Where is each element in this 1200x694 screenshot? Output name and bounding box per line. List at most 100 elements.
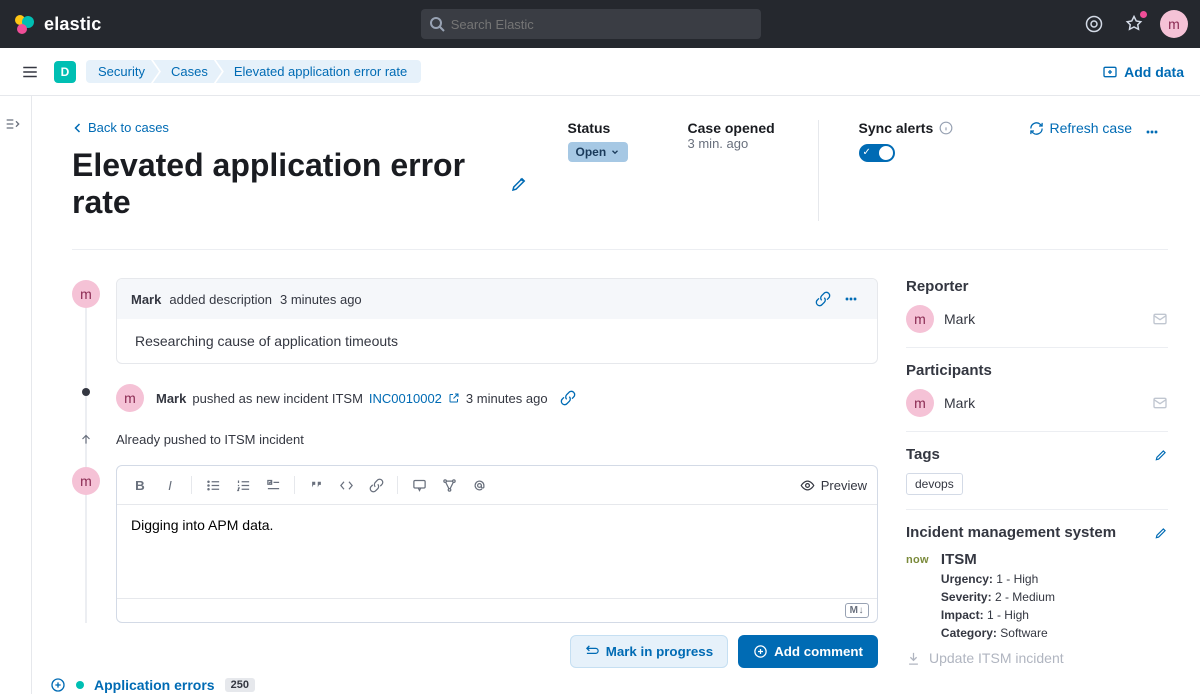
graph-icon[interactable] — [436, 472, 462, 498]
comment-actions-menu[interactable] — [843, 289, 863, 309]
notification-dot — [1140, 11, 1147, 18]
mail-icon[interactable] — [1152, 311, 1168, 327]
crumb-cases[interactable]: Cases — [153, 60, 222, 83]
urgency-value: 1 - High — [996, 572, 1038, 586]
edit-tags-icon[interactable] — [1154, 448, 1168, 462]
search-icon — [429, 16, 445, 32]
brand-wordmark: elastic — [44, 14, 101, 35]
comment-textarea[interactable] — [117, 505, 877, 595]
ims-heading: Incident management system — [906, 524, 1116, 541]
quote-icon[interactable] — [303, 472, 329, 498]
add-data-label: Add data — [1124, 64, 1184, 80]
push-copy-link-icon[interactable] — [560, 388, 580, 408]
alert-count-badge: 250 — [225, 678, 255, 692]
opened-value: 3 min. ago — [688, 136, 778, 151]
help-icon[interactable] — [1080, 10, 1108, 38]
italic-icon[interactable]: I — [157, 472, 183, 498]
expand-alerts-icon[interactable] — [50, 677, 66, 693]
copy-link-icon[interactable] — [815, 289, 835, 309]
urgency-key: Urgency: — [941, 572, 993, 586]
info-icon[interactable] — [939, 121, 953, 135]
newsfeed-icon[interactable] — [1120, 10, 1148, 38]
comment-time: 3 minutes ago — [280, 292, 362, 307]
push-author: Mark — [156, 391, 186, 406]
user-avatar[interactable]: m — [1160, 10, 1188, 38]
status-value: Open — [576, 145, 607, 159]
preview-label: Preview — [821, 478, 867, 493]
nav-toggle-button[interactable] — [16, 58, 44, 86]
sync-alerts-toggle[interactable]: ✓ — [859, 144, 895, 162]
alert-name-link[interactable]: Application errors — [94, 677, 215, 693]
sync-alerts-label: Sync alerts — [859, 120, 934, 136]
participant-row: m Mark — [906, 389, 1168, 417]
mail-icon[interactable] — [1152, 395, 1168, 411]
tooltip-icon[interactable] — [406, 472, 432, 498]
space-badge[interactable]: D — [54, 61, 76, 83]
bold-icon[interactable]: B — [127, 472, 153, 498]
external-link-icon[interactable] — [448, 392, 460, 404]
push-author-avatar: m — [116, 384, 144, 412]
sub-nav: D Security Cases Elevated application er… — [0, 48, 1200, 96]
mark-progress-label: Mark in progress — [606, 644, 713, 659]
status-label: Status — [568, 120, 648, 136]
code-icon[interactable] — [333, 472, 359, 498]
participants-heading: Participants — [906, 362, 1168, 379]
update-incident-button[interactable]: Update ITSM incident — [906, 650, 1064, 666]
top-nav: elastic m — [0, 0, 1200, 48]
incident-link[interactable]: INC0010002 — [369, 391, 442, 406]
crumb-security[interactable]: Security — [86, 60, 159, 83]
add-comment-label: Add comment — [774, 644, 863, 659]
ul-icon[interactable] — [200, 472, 226, 498]
tag-chip[interactable]: devops — [906, 473, 963, 495]
participant-avatar: m — [906, 389, 934, 417]
refresh-case-label: Refresh case — [1050, 120, 1132, 136]
edit-connector-icon[interactable] — [1154, 526, 1168, 540]
alert-status-dot — [76, 681, 84, 689]
add-data-button[interactable]: Add data — [1102, 64, 1184, 80]
crumb-case-title[interactable]: Elevated application error rate — [216, 60, 421, 83]
already-pushed-note: Already pushed to ITSM incident — [116, 430, 878, 447]
comment-author: Mark — [131, 292, 161, 307]
impact-value: 1 - High — [987, 608, 1029, 622]
brand-home[interactable]: elastic — [12, 12, 101, 36]
comment-author-avatar: m — [72, 280, 100, 308]
comment-action: added description — [169, 292, 272, 307]
comment-editor: B I — [116, 465, 878, 623]
page-title: Elevated application error rate — [72, 147, 528, 221]
back-to-cases-link[interactable]: Back to cases — [72, 120, 169, 135]
editor-author-avatar: m — [72, 467, 100, 495]
global-search-input[interactable] — [421, 9, 761, 39]
category-key: Category: — [941, 626, 997, 640]
reporter-heading: Reporter — [906, 278, 1168, 295]
description-comment: Mark added description 3 minutes ago Res… — [116, 278, 878, 364]
case-actions-menu[interactable] — [1144, 120, 1168, 144]
ol-icon[interactable] — [230, 472, 256, 498]
comment-body: Researching cause of application timeout… — [117, 319, 877, 363]
edit-title-icon[interactable] — [510, 175, 528, 193]
mention-icon[interactable] — [466, 472, 492, 498]
add-comment-button[interactable]: Add comment — [738, 635, 878, 668]
status-dropdown[interactable]: Open — [568, 142, 629, 162]
back-link-label: Back to cases — [88, 120, 169, 135]
case-title-text: Elevated application error rate — [72, 147, 498, 221]
reporter-row: m Mark — [906, 305, 1168, 333]
push-arrow-icon — [79, 432, 93, 446]
reporter-avatar: m — [906, 305, 934, 333]
refresh-case-button[interactable]: Refresh case — [1029, 120, 1132, 136]
collapse-rail-button[interactable] — [4, 112, 28, 136]
opened-label: Case opened — [688, 120, 778, 136]
servicenow-logo: now — [906, 554, 929, 566]
elastic-logo-icon — [12, 12, 36, 36]
push-action: pushed as new incident ITSM — [192, 391, 363, 406]
link-icon[interactable] — [363, 472, 389, 498]
tags-heading: Tags — [906, 446, 940, 463]
mark-in-progress-button[interactable]: Mark in progress — [570, 635, 728, 668]
reporter-name: Mark — [944, 311, 975, 327]
checklist-icon[interactable] — [260, 472, 286, 498]
category-value: Software — [1000, 626, 1047, 640]
markdown-badge: M↓ — [845, 603, 869, 618]
impact-key: Impact: — [941, 608, 984, 622]
preview-button[interactable]: Preview — [800, 478, 867, 493]
collapsed-side-rail — [0, 96, 32, 694]
push-time: 3 minutes ago — [466, 391, 548, 406]
